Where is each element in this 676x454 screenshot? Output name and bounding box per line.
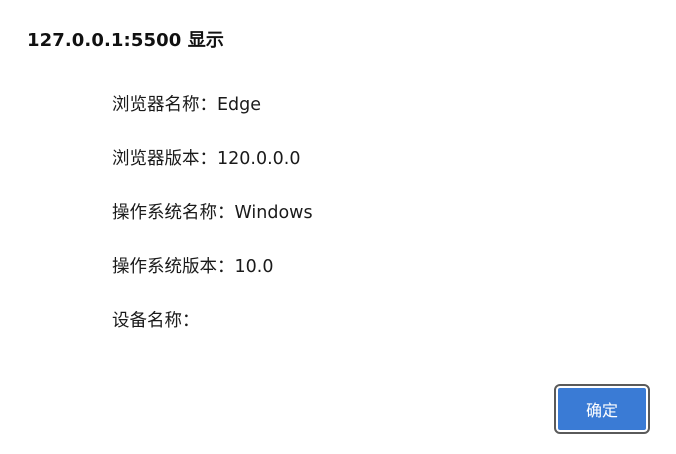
- ok-button[interactable]: 确定: [554, 384, 650, 434]
- alert-dialog: 127.0.0.1:5500 显示 浏览器名称：Edge 浏览器版本：120.0…: [0, 0, 676, 454]
- dialog-title: 127.0.0.1:5500 显示: [27, 30, 224, 51]
- os-name-line: 操作系统名称：Windows: [112, 203, 313, 223]
- browser-version-line: 浏览器版本：120.0.0.0: [112, 149, 301, 169]
- device-name-line: 设备名称：: [112, 311, 200, 331]
- browser-name-line: 浏览器名称：Edge: [112, 95, 262, 115]
- dialog-message: 浏览器名称：Edge 浏览器版本：120.0.0.0 操作系统名称：Window…: [112, 92, 612, 362]
- os-version-line: 操作系统版本：10.0: [112, 257, 274, 277]
